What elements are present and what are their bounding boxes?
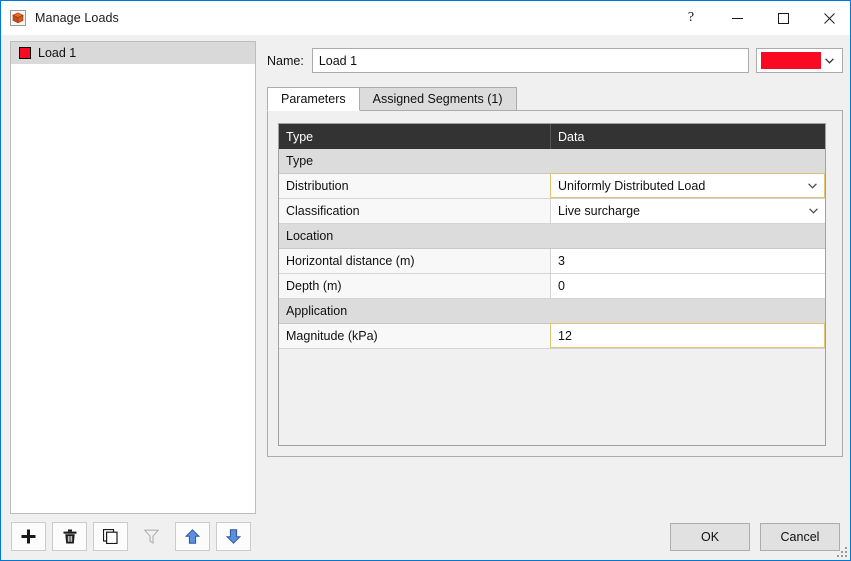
- duplicate-load-button[interactable]: [93, 522, 128, 551]
- classification-value: Live surcharge: [558, 204, 640, 218]
- move-down-button[interactable]: [216, 522, 251, 551]
- grid-column-header-type[interactable]: Type: [279, 124, 551, 149]
- grid-cell-label: Classification: [279, 199, 551, 223]
- close-icon: [823, 12, 835, 24]
- chevron-down-icon: [809, 208, 818, 214]
- distribution-value: Uniformly Distributed Load: [558, 178, 706, 193]
- trash-icon: [63, 529, 76, 544]
- grid-cell-label: Horizontal distance (m): [279, 249, 551, 273]
- ok-button[interactable]: OK: [670, 523, 750, 551]
- table-row: Classification Live surcharge: [279, 199, 825, 224]
- tab-strip: Parameters Assigned Segments (1): [267, 87, 843, 111]
- grid-group-row: Location: [279, 224, 825, 249]
- depth-value: 0: [558, 279, 565, 293]
- table-row: Depth (m) 0: [279, 274, 825, 299]
- cube-icon: [10, 10, 26, 26]
- name-row: Name: Load 1: [267, 48, 843, 73]
- move-up-button[interactable]: [175, 522, 210, 551]
- list-item[interactable]: Load 1: [11, 42, 255, 64]
- grid-cell-label: Depth (m): [279, 274, 551, 298]
- grid-empty-area: [279, 349, 825, 445]
- resize-grip[interactable]: [836, 546, 848, 558]
- horizontal-distance-input[interactable]: 3: [551, 249, 825, 273]
- chevron-down-icon: [808, 182, 817, 189]
- grid-group-label: Application: [286, 304, 348, 318]
- tab-parameters[interactable]: Parameters: [267, 87, 360, 111]
- magnitude-value: 12: [558, 328, 572, 343]
- dialog-button-bar: OK Cancel: [670, 523, 840, 551]
- minimize-button[interactable]: [714, 2, 760, 35]
- loads-toolbar: [11, 522, 251, 551]
- grid-cell-label: Distribution: [279, 174, 551, 198]
- chevron-down-icon: [821, 57, 838, 64]
- title-bar: Manage Loads ?: [1, 1, 850, 35]
- loads-list-panel: Load 1: [10, 41, 256, 514]
- tab-assigned-segments-label: Assigned Segments (1): [372, 92, 503, 106]
- list-item-label: Load 1: [38, 46, 77, 60]
- grid-group-row: Application: [279, 299, 825, 324]
- name-label: Name:: [267, 53, 304, 68]
- add-load-button[interactable]: [11, 522, 46, 551]
- parameters-grid: Type Data Type Distribution Uniformly Di…: [278, 123, 826, 446]
- magnitude-input[interactable]: 12: [550, 323, 825, 348]
- table-row: Magnitude (kPa) 12: [279, 323, 825, 349]
- maximize-icon: [777, 12, 789, 24]
- grid-cell-label: Magnitude (kPa): [279, 324, 551, 348]
- arrow-down-icon: [226, 529, 241, 544]
- table-row: Distribution Uniformly Distributed Load: [279, 173, 825, 199]
- window-title: Manage Loads: [35, 11, 119, 25]
- grid-column-header-data[interactable]: Data: [551, 124, 825, 149]
- plus-icon: [21, 529, 36, 544]
- tab-assigned-segments[interactable]: Assigned Segments (1): [358, 87, 517, 111]
- minimize-icon: [731, 17, 743, 19]
- grid-group-row: Type: [279, 149, 825, 174]
- manage-loads-dialog: Manage Loads ? Load 1 Name: Load 1 Param…: [0, 0, 851, 561]
- load-color-preview: [761, 52, 822, 69]
- depth-input[interactable]: 0: [551, 274, 825, 298]
- help-button[interactable]: ?: [668, 2, 714, 35]
- delete-load-button[interactable]: [52, 522, 87, 551]
- grid-header-row: Type Data: [279, 124, 825, 149]
- help-icon: ?: [687, 10, 695, 25]
- table-row: Horizontal distance (m) 3: [279, 249, 825, 274]
- horizontal-distance-value: 3: [558, 254, 565, 268]
- close-button[interactable]: [806, 2, 850, 35]
- cancel-button[interactable]: Cancel: [760, 523, 840, 551]
- filter-icon: [144, 529, 159, 544]
- tab-parameters-label: Parameters: [281, 92, 346, 106]
- classification-combo[interactable]: Live surcharge: [551, 199, 825, 223]
- name-input[interactable]: Load 1: [311, 48, 750, 73]
- maximize-button[interactable]: [760, 2, 806, 35]
- grid-group-label: Location: [286, 229, 334, 243]
- filter-button: [134, 522, 169, 551]
- distribution-combo[interactable]: Uniformly Distributed Load: [550, 173, 825, 198]
- copy-icon: [103, 529, 118, 544]
- grid-group-label: Type: [286, 154, 314, 168]
- load-color-picker[interactable]: [756, 48, 843, 73]
- load-color-swatch: [19, 47, 31, 59]
- arrow-up-icon: [185, 529, 200, 544]
